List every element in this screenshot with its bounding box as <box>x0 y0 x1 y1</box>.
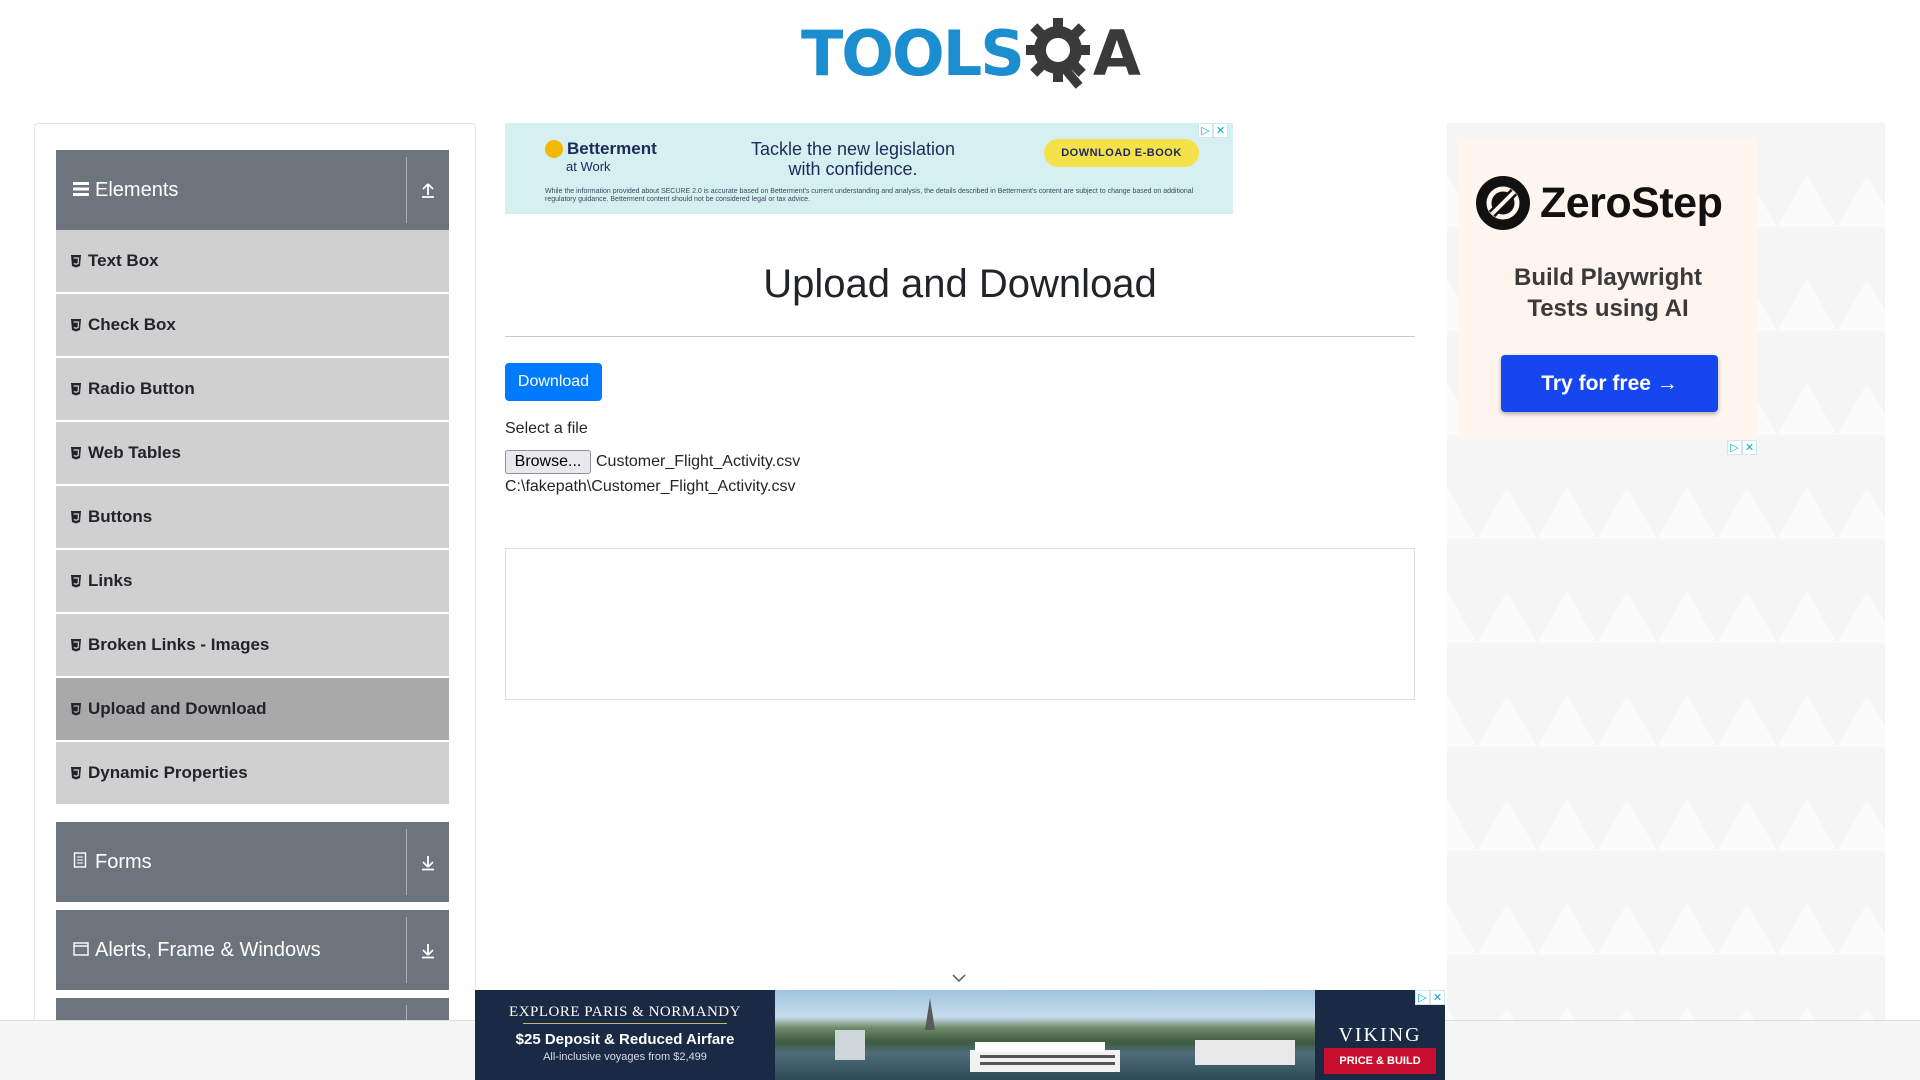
browse-button[interactable]: Browse... <box>505 450 591 474</box>
ad-info-icon[interactable]: ▷ <box>1415 990 1430 1005</box>
zerostep-logo-icon <box>1476 176 1530 230</box>
river-cruise-illustration <box>835 998 1295 1072</box>
group-header-alerts-frame-windows[interactable]: Alerts, Frame & Windows <box>56 910 449 990</box>
viking-ad-headline: EXPLORE PARIS & NORMANDY <box>509 1004 741 1020</box>
hamburger-icon <box>73 181 89 200</box>
ad-close-icon[interactable]: ✕ <box>1742 440 1757 455</box>
html-file-icon <box>71 703 81 716</box>
ad-placeholder-box <box>505 548 1415 700</box>
html-file-icon <box>71 639 81 652</box>
download-button[interactable]: Download <box>505 363 602 401</box>
html-file-icon <box>71 575 81 588</box>
viking-ad-rule <box>523 1023 727 1024</box>
ad-cta-button[interactable]: DOWNLOAD E-BOOK <box>1044 139 1199 167</box>
selected-file-name[interactable]: Customer_Flight_Activity.csv <box>596 453 800 471</box>
expand-down-icon[interactable] <box>407 941 449 959</box>
menu-item-broken-links-images[interactable]: Broken Links - Images <box>56 614 449 676</box>
zerostep-brand: ZeroStep <box>1540 178 1723 227</box>
group-header-elements[interactable]: Elements <box>56 150 449 230</box>
ad-fine-print: While the information provided about SEC… <box>545 188 1194 203</box>
try-for-free-button[interactable]: Try for free → <box>1501 355 1718 412</box>
zerostep-logo: ZeroStep <box>1476 176 1723 230</box>
logo-text-a: A <box>1092 17 1141 90</box>
menu-item-web-tables[interactable]: Web Tables <box>56 422 449 484</box>
menu-item-label: Web Tables <box>88 443 181 462</box>
menu-item-label: Radio Button <box>88 379 195 398</box>
betterment-logo-mark <box>545 140 563 158</box>
ad-brand-sub: at Work <box>566 159 611 174</box>
group-label-elements: Elements <box>95 178 179 201</box>
ad-banner-top[interactable]: Betterment at Work Tackle the new legisl… <box>505 123 1233 214</box>
menu-item-label: Broken Links - Images <box>88 635 270 654</box>
ad-choices-bottom[interactable]: ▷ ✕ <box>1415 990 1445 1005</box>
menu-item-upload-and-download[interactable]: Upload and Download <box>56 678 449 740</box>
menu-item-label: Text Box <box>88 251 159 270</box>
viking-ad-offer: $25 Deposit & Reduced Airfare <box>515 1031 735 1048</box>
menu-item-label: Check Box <box>88 315 176 334</box>
price-and-build-button[interactable]: PRICE & BUILD <box>1324 1048 1436 1074</box>
ad-choices-right[interactable]: ▷ ✕ <box>1727 440 1757 455</box>
expand-down-icon[interactable] <box>407 853 449 871</box>
ad-choices[interactable]: ▷ ✕ <box>1198 123 1228 138</box>
menu-item-links[interactable]: Links <box>56 550 449 612</box>
gear-q-icon <box>1025 18 1090 89</box>
html-file-icon <box>71 511 81 524</box>
viking-ad-banner[interactable]: EXPLORE PARIS & NORMANDY $25 Deposit & R… <box>475 990 1445 1080</box>
html-file-icon <box>71 383 81 396</box>
ad-info-icon[interactable]: ▷ <box>1198 123 1213 138</box>
select-file-label: Select a file <box>505 420 588 437</box>
window-icon <box>73 941 89 960</box>
group-label-alerts: Alerts, Frame & Windows <box>95 938 321 961</box>
viking-ad-small-print: All-inclusive voyages from $2,499 <box>543 1051 707 1063</box>
uploaded-file-path: C:\fakepath\Customer_Flight_Activity.csv <box>505 478 796 495</box>
ad-brand: Betterment <box>567 139 657 158</box>
ad-info-icon[interactable]: ▷ <box>1727 440 1742 455</box>
collapse-up-icon[interactable] <box>407 181 449 199</box>
document-icon <box>73 852 89 872</box>
ad-close-icon[interactable]: ✕ <box>1213 123 1228 138</box>
menu-item-label: Upload and Download <box>88 699 267 718</box>
menu-item-label: Buttons <box>88 507 153 526</box>
menu-item-text-box[interactable]: Text Box <box>56 230 449 292</box>
menu-item-label: Links <box>88 571 133 590</box>
html-file-icon <box>71 447 81 460</box>
ad-close-icon[interactable]: ✕ <box>1430 990 1445 1005</box>
html-file-icon <box>71 767 81 780</box>
viking-ad-text-panel: EXPLORE PARIS & NORMANDY $25 Deposit & R… <box>475 990 775 1080</box>
zerostep-tagline-line2: Tests using AI <box>1527 295 1689 322</box>
viking-logo: VIKING <box>1338 1024 1422 1046</box>
left-panel: Elements Text Box Check Box Radio Button… <box>34 123 476 1080</box>
ad-headline: Tackle the new legislation with confiden… <box>750 139 956 179</box>
html-file-icon <box>71 255 81 268</box>
logo-text-tools: TOOLS <box>801 17 1025 90</box>
chevron-down-icon[interactable] <box>950 970 968 986</box>
zerostep-ad[interactable]: ZeroStep Build Playwright Tests using AI… <box>1458 138 1758 440</box>
header: TOOLS A <box>0 0 1920 100</box>
zerostep-tagline: Build Playwright Tests using AI <box>1458 262 1758 324</box>
menu-item-radio-button[interactable]: Radio Button <box>56 358 449 420</box>
zerostep-tagline-line1: Build Playwright <box>1513 264 1702 291</box>
menu-item-check-box[interactable]: Check Box <box>56 294 449 356</box>
menu-item-buttons[interactable]: Buttons <box>56 486 449 548</box>
page-title: Upload and Download <box>763 262 1157 306</box>
menu-item-dynamic-properties[interactable]: Dynamic Properties <box>56 742 449 804</box>
group-header-forms[interactable]: Forms <box>56 822 449 902</box>
river-cruise-photo <box>775 990 1315 1080</box>
group-label-forms: Forms <box>95 850 152 873</box>
html-file-icon <box>71 319 81 332</box>
title-divider <box>505 336 1415 337</box>
menu-item-label: Dynamic Properties <box>88 763 248 782</box>
toolsqa-logo[interactable]: TOOLS A <box>801 14 1141 94</box>
